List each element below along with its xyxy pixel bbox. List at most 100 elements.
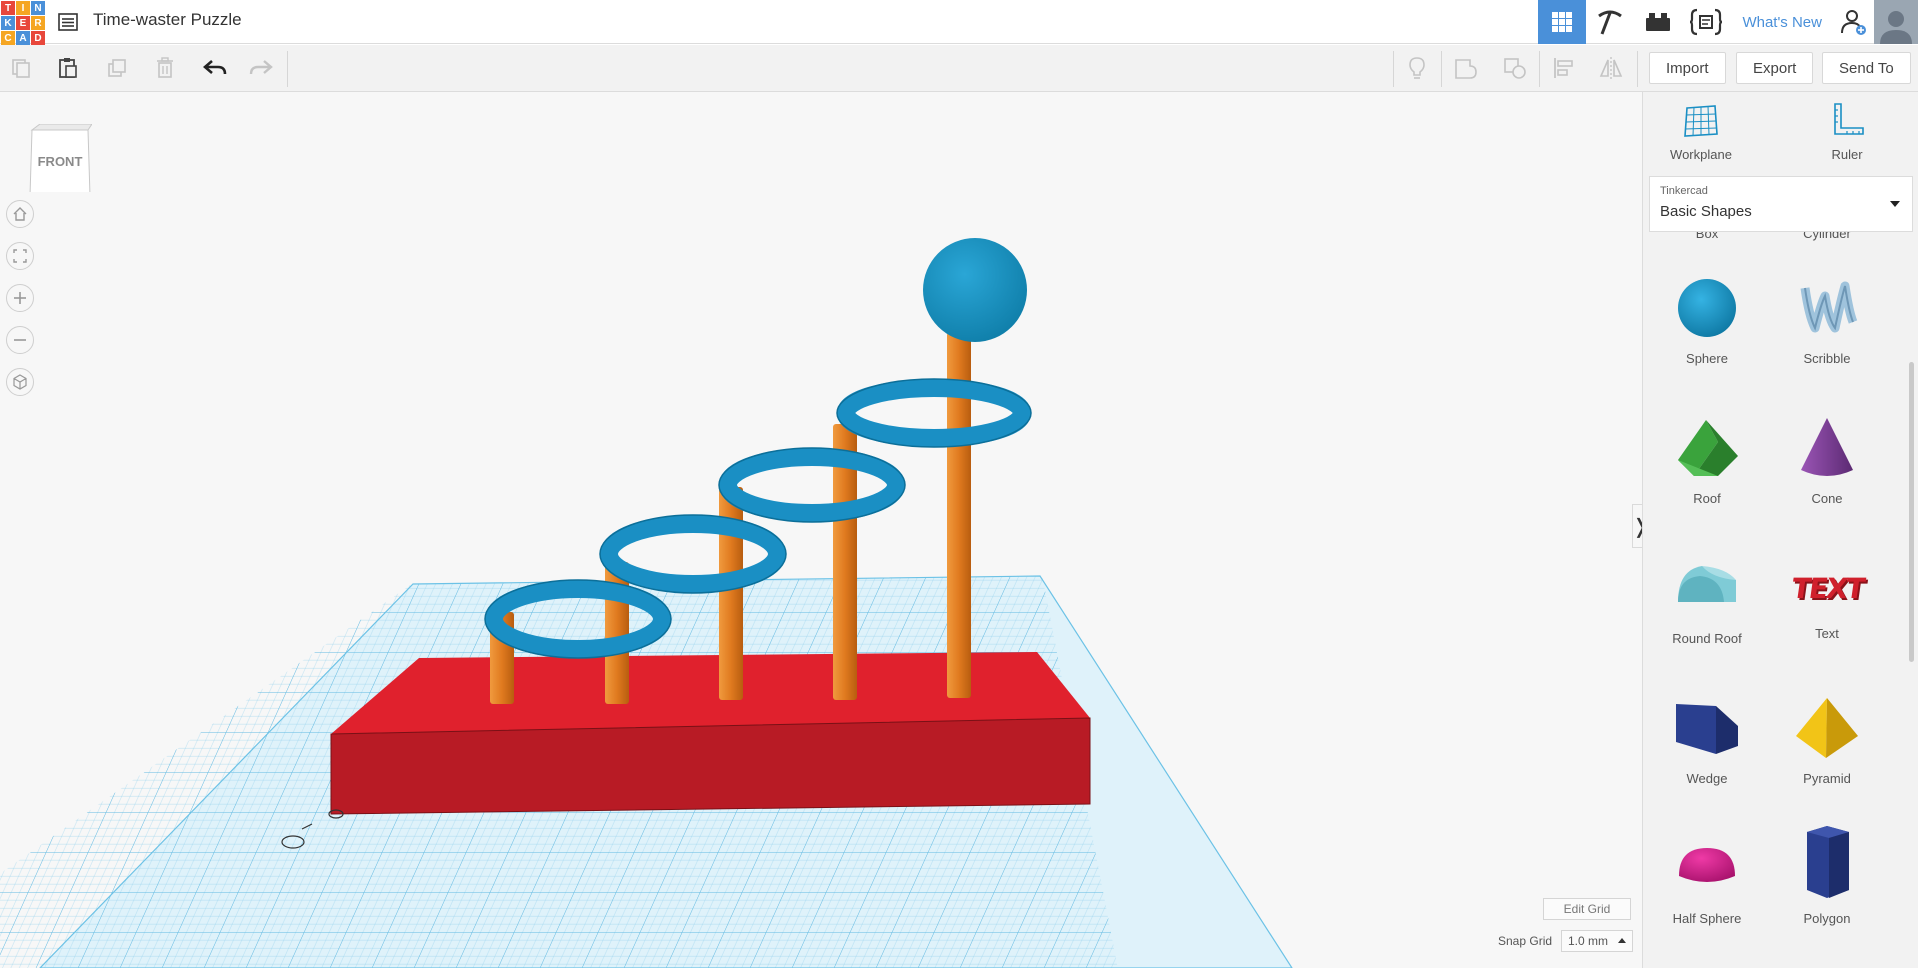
pyramid-icon bbox=[1796, 698, 1858, 758]
align-button[interactable] bbox=[1549, 53, 1579, 83]
logo-letter: C bbox=[1, 31, 15, 45]
edit-grid-button[interactable]: Edit Grid bbox=[1543, 898, 1631, 920]
shape-label: Polygon bbox=[1803, 911, 1851, 926]
invite-user-button[interactable] bbox=[1834, 0, 1874, 44]
red-base-block[interactable] bbox=[330, 652, 1091, 815]
view-cube-face-label: FRONT bbox=[37, 154, 83, 169]
shape-label: Cone bbox=[1811, 491, 1843, 506]
minus-icon bbox=[14, 339, 26, 341]
codeblocks-view-button[interactable] bbox=[1682, 0, 1730, 44]
logo-letter: A bbox=[16, 31, 30, 45]
scene-view[interactable] bbox=[0, 92, 1642, 968]
whats-new-link[interactable]: What's New bbox=[1730, 14, 1834, 31]
logo-letter: E bbox=[16, 16, 30, 30]
redo-icon bbox=[249, 60, 273, 75]
snap-grid-select[interactable]: 1.0 mm bbox=[1561, 930, 1633, 952]
notes-button[interactable] bbox=[1402, 53, 1432, 83]
library-selected-value: Basic Shapes bbox=[1660, 203, 1752, 220]
group-button[interactable] bbox=[1451, 53, 1481, 83]
shape-text[interactable]: TEXT Text bbox=[1767, 556, 1887, 642]
design-title[interactable]: Time-waster Puzzle bbox=[93, 10, 242, 30]
cube-icon bbox=[13, 374, 27, 390]
duplicate-icon bbox=[108, 59, 126, 77]
shape-polygon[interactable]: Polygon bbox=[1767, 826, 1887, 926]
scribble-icon bbox=[1800, 281, 1858, 333]
home-view-button[interactable] bbox=[6, 200, 34, 228]
paste-button[interactable] bbox=[53, 53, 83, 83]
logo-letter: K bbox=[1, 16, 15, 30]
cone-icon bbox=[1801, 418, 1853, 476]
shape-label: Pyramid bbox=[1803, 771, 1851, 786]
pickaxe-icon bbox=[1598, 10, 1623, 35]
ruler-icon bbox=[1834, 103, 1864, 135]
list-icon bbox=[58, 13, 78, 31]
shape-label: Text bbox=[1815, 626, 1839, 641]
shape-label: Scribble bbox=[1803, 351, 1851, 366]
shape-scribble[interactable]: Scribble bbox=[1767, 276, 1887, 366]
3d-canvas[interactable]: FRONT Edit Grid Snap Grid 1.0 mm ❭ bbox=[0, 92, 1642, 968]
shape-pyramid[interactable]: Pyramid bbox=[1767, 696, 1887, 786]
shape-roof[interactable]: Roof bbox=[1647, 416, 1767, 506]
panel-scrollbar[interactable] bbox=[1909, 362, 1914, 662]
workplane-label: Workplane bbox=[1670, 147, 1732, 162]
export-button[interactable]: Export bbox=[1736, 52, 1814, 84]
grid-icon bbox=[1552, 12, 1573, 32]
shape-sphere[interactable]: Sphere bbox=[1647, 276, 1767, 366]
3d-design-view-button[interactable] bbox=[1538, 0, 1587, 44]
shape-wedge[interactable]: Wedge bbox=[1647, 696, 1767, 786]
code-braces-icon bbox=[1690, 8, 1723, 36]
add-user-icon bbox=[1841, 10, 1866, 35]
shape-round-roof[interactable]: Round Roof bbox=[1647, 556, 1767, 646]
zoom-out-button[interactable] bbox=[6, 326, 34, 354]
shape-half-sphere[interactable]: Half Sphere bbox=[1647, 836, 1767, 926]
snap-grid-label: Snap Grid bbox=[1498, 934, 1553, 948]
perspective-toggle-button[interactable] bbox=[6, 368, 34, 396]
trash-icon bbox=[157, 57, 173, 78]
copy-button[interactable] bbox=[6, 53, 36, 83]
ungroup-button[interactable] bbox=[1500, 53, 1530, 83]
shape-library-dropdown[interactable]: Tinkercad Basic Shapes bbox=[1649, 176, 1913, 232]
view-cube[interactable]: FRONT bbox=[28, 123, 93, 197]
shape-label-partial[interactable]: Cylinder bbox=[1767, 232, 1887, 241]
shape-label: Half Sphere bbox=[1672, 911, 1742, 926]
blocks-view-button[interactable] bbox=[1586, 0, 1634, 44]
blue-sphere[interactable] bbox=[923, 238, 1027, 342]
group-icon bbox=[1455, 59, 1477, 79]
collapse-panel-button[interactable]: ❭ bbox=[1632, 504, 1642, 548]
design-list-button[interactable] bbox=[56, 10, 80, 34]
workplane-tool[interactable]: Workplane bbox=[1653, 102, 1749, 162]
toolbar-divider bbox=[1393, 51, 1394, 87]
undo-button[interactable] bbox=[200, 53, 230, 83]
bricks-view-button[interactable] bbox=[1634, 0, 1682, 44]
clipboard-icon bbox=[59, 58, 77, 78]
fit-icon bbox=[13, 249, 27, 263]
sphere-icon bbox=[1678, 279, 1736, 337]
shape-label-partial[interactable]: Box bbox=[1647, 232, 1767, 241]
plus-icon bbox=[14, 292, 26, 304]
user-avatar[interactable] bbox=[1874, 0, 1918, 44]
import-button[interactable]: Import bbox=[1649, 52, 1726, 84]
shape-label: Wedge bbox=[1686, 771, 1728, 786]
polygon-icon bbox=[1807, 826, 1849, 898]
ungroup-icon bbox=[1504, 58, 1526, 79]
shape-cone[interactable]: Cone bbox=[1767, 416, 1887, 506]
fit-view-button[interactable] bbox=[6, 242, 34, 270]
logo-letter: N bbox=[31, 1, 45, 15]
align-icon bbox=[1554, 58, 1573, 78]
ruler-label: Ruler bbox=[1831, 147, 1863, 162]
redo-button[interactable] bbox=[246, 53, 276, 83]
tinkercad-logo[interactable]: T I N K E R C A D bbox=[0, 0, 45, 45]
edit-toolbar: Import Export Send To bbox=[0, 45, 1918, 92]
ruler-tool[interactable]: Ruler bbox=[1799, 102, 1895, 162]
mirror-button[interactable] bbox=[1596, 53, 1626, 83]
home-icon bbox=[13, 207, 27, 221]
library-provider-label: Tinkercad bbox=[1660, 185, 1708, 197]
undo-icon bbox=[203, 60, 227, 75]
caret-up-icon bbox=[1618, 938, 1626, 943]
zoom-in-button[interactable] bbox=[6, 284, 34, 312]
lightbulb-icon bbox=[1409, 57, 1425, 79]
duplicate-button[interactable] bbox=[102, 53, 132, 83]
send-to-button[interactable]: Send To bbox=[1822, 52, 1911, 84]
delete-button[interactable] bbox=[150, 53, 180, 83]
half-sphere-icon bbox=[1679, 848, 1735, 882]
